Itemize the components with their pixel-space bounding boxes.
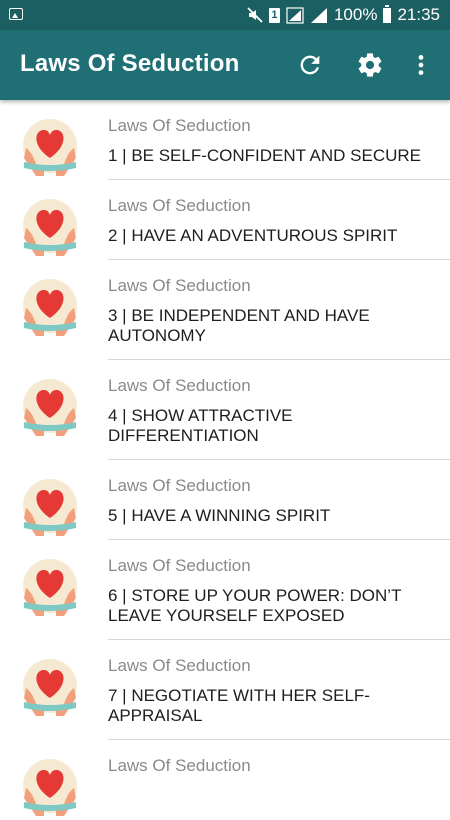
clock: 21:35 <box>397 5 440 24</box>
list-item[interactable]: Laws Of Seduction 3 | BE INDEPENDENT AND… <box>0 260 450 360</box>
item-title <box>108 786 436 800</box>
list-item[interactable]: Laws Of Seduction 5 | HAVE A WINNING SPI… <box>0 460 450 540</box>
list-item[interactable]: Laws Of Seduction 1 | BE SELF-CONFIDENT … <box>0 100 450 180</box>
item-subtitle: Laws Of Seduction <box>108 276 251 295</box>
image-notification-icon <box>9 8 23 20</box>
item-subtitle: Laws Of Seduction <box>108 376 251 395</box>
item-subtitle: Laws Of Seduction <box>108 476 251 495</box>
list-item[interactable]: Laws Of Seduction 7 | NEGOTIATE WITH HER… <box>0 640 450 740</box>
item-title: 1 | BE SELF-CONFIDENT AND SECURE <box>108 146 421 165</box>
list-item[interactable]: Laws Of Seduction 6 | STORE UP YOUR POWE… <box>0 540 450 640</box>
item-title: 3 | BE INDEPENDENT AND HAVE AUTONOMY <box>108 306 370 345</box>
list-item[interactable]: Laws Of Seduction <box>0 740 450 816</box>
item-title: 6 | STORE UP YOUR POWER: DON’T LEAVE YOU… <box>108 586 402 625</box>
item-subtitle: Laws Of Seduction <box>108 116 251 135</box>
heart-hands-icon <box>23 119 77 176</box>
item-subtitle: Laws Of Seduction <box>108 656 251 675</box>
item-title: 2 | HAVE AN ADVENTUROUS SPIRIT <box>108 226 398 245</box>
heart-hands-icon <box>23 659 77 716</box>
heart-hands-icon <box>23 759 77 816</box>
item-title: 7 | NEGOTIATE WITH HER SELF-APPRAISAL <box>108 686 370 725</box>
item-title: 4 | SHOW ATTRACTIVE DIFFERENTIATION <box>108 406 293 445</box>
heart-hands-icon <box>23 279 77 336</box>
more-vert-icon[interactable] <box>408 51 434 79</box>
heart-hands-icon <box>23 199 77 256</box>
heart-hands-icon <box>23 559 77 616</box>
signal-strength-icon <box>310 7 327 23</box>
gear-icon[interactable] <box>356 51 384 79</box>
item-title: 5 | HAVE A WINNING SPIRIT <box>108 506 331 525</box>
battery-icon <box>383 4 392 23</box>
status-icons: 1 100% 21:35 <box>247 0 440 30</box>
list-item[interactable]: Laws Of Seduction 4 | SHOW ATTRACTIVE DI… <box>0 360 450 460</box>
item-subtitle: Laws Of Seduction <box>108 196 251 215</box>
item-subtitle: Laws Of Seduction <box>108 756 251 775</box>
sim-icon: 1 <box>268 7 280 23</box>
status-bar: 1 100% 21:35 <box>0 0 450 30</box>
app-title: Laws Of Seduction <box>20 50 240 77</box>
list-item[interactable]: Laws Of Seduction 2 | HAVE AN ADVENTUROU… <box>0 180 450 260</box>
refresh-icon[interactable] <box>296 51 324 79</box>
battery-percent: 100% <box>333 5 378 24</box>
signal-icon <box>286 6 304 24</box>
app-bar: Laws Of Seduction <box>0 30 450 100</box>
heart-hands-icon <box>23 379 77 436</box>
item-subtitle: Laws Of Seduction <box>108 556 251 575</box>
heart-hands-icon <box>23 479 77 536</box>
mute-icon <box>247 7 263 23</box>
laws-list: Laws Of Seduction 1 | BE SELF-CONFIDENT … <box>0 100 450 816</box>
